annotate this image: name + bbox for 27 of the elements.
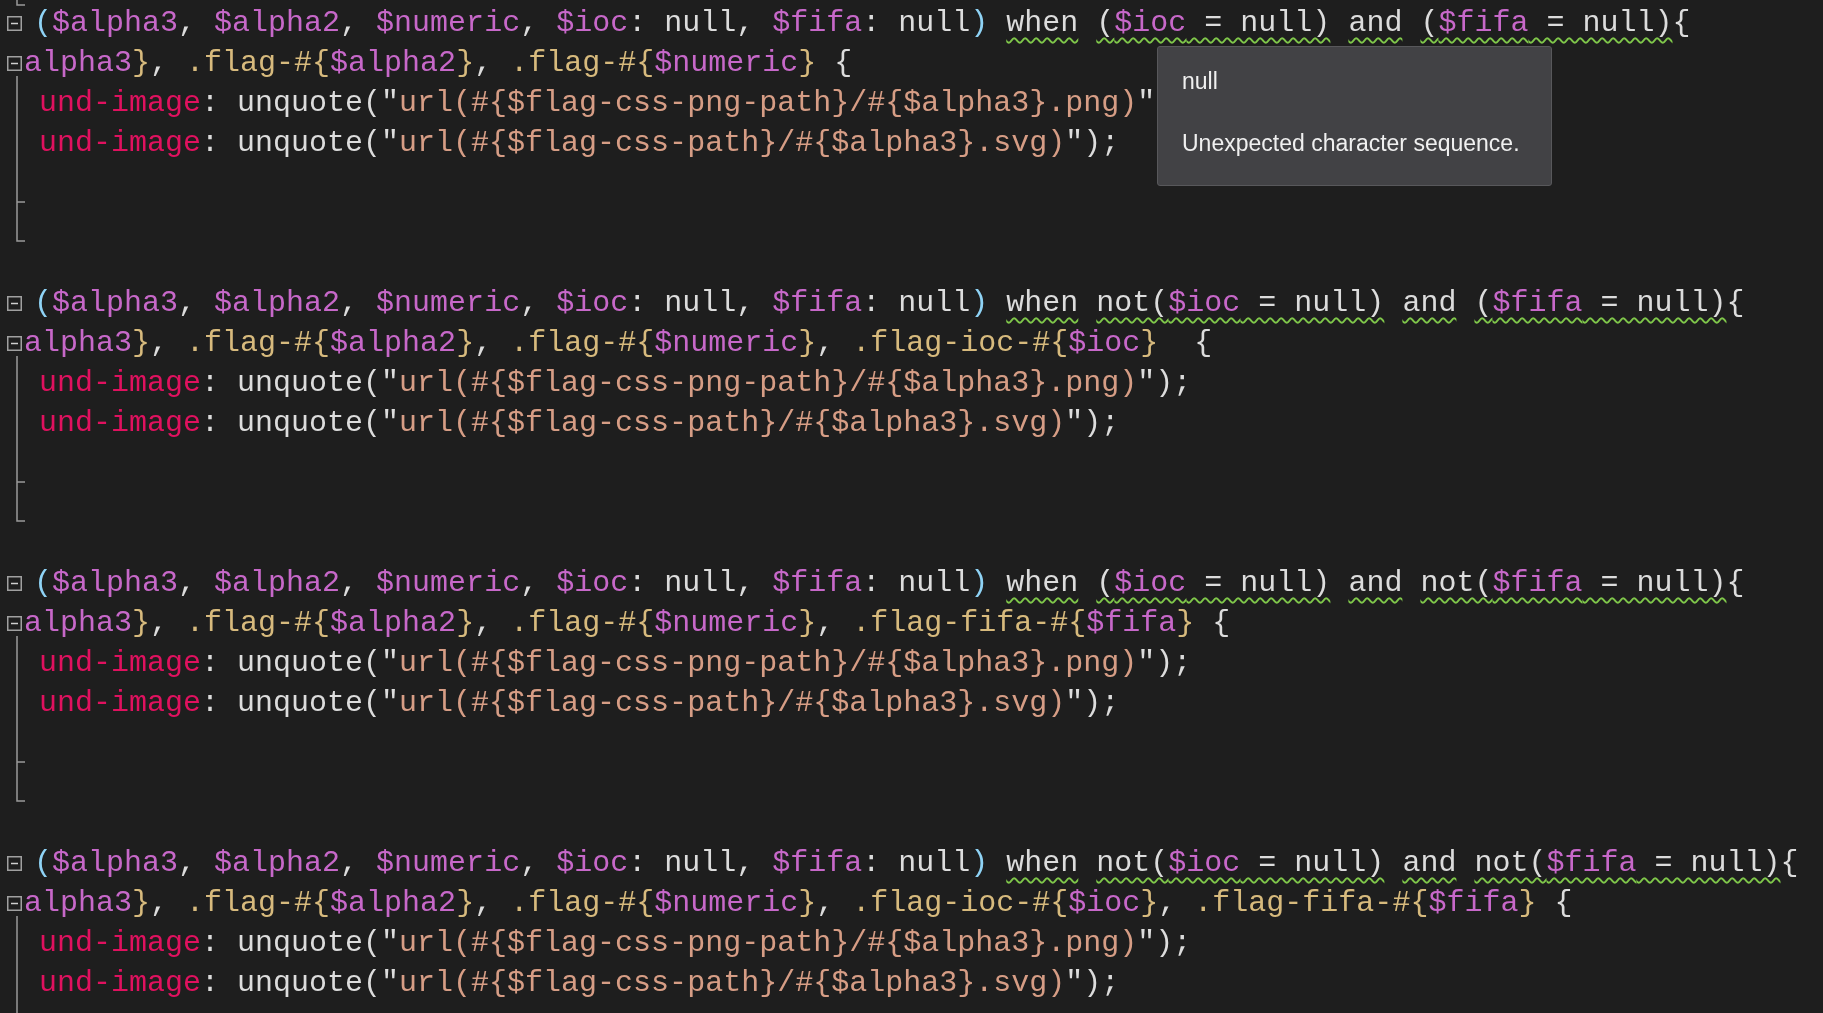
code-line: und-image: unquote("url(#{$flag-css-path}/#{$alpha3}.svg)"); — [39, 405, 1120, 442]
code-line: und-image: unquote("url(#{$flag-css-path}/#{$alpha3}.svg)"); — [39, 125, 1120, 162]
collapse-icon[interactable] — [7, 575, 22, 591]
collapse-icon[interactable] — [7, 615, 22, 631]
code-line: alpha3}, .flag-#{$alpha2}, .flag-#{$numeric}, .flag-ioc-#{$ioc}, .flag-fifa-#{$fifa} { — [24, 885, 1573, 922]
code-line: ($alpha3, $alpha2, $numeric, $ioc: null, $fifa: null) when not($ioc = null) and ($fifa = null){ — [34, 285, 1745, 322]
code-line: und-image: unquote("url(#{$flag-css-png-path}/#{$alpha3}.png)" — [39, 85, 1156, 122]
collapse-icon[interactable] — [7, 855, 22, 871]
collapse-icon[interactable] — [7, 895, 22, 911]
tooltip-message: Unexpected character sequence. — [1182, 129, 1520, 157]
code-line: und-image: unquote("url(#{$flag-css-path}/#{$alpha3}.svg)"); — [39, 685, 1120, 722]
tooltip-title: null — [1182, 67, 1218, 95]
code-line: ($alpha3, $alpha2, $numeric, $ioc: null, $fifa: null) when ($ioc = null) and ($fifa = null){ — [34, 5, 1691, 42]
collapse-icon[interactable] — [7, 295, 22, 311]
code-line: und-image: unquote("url(#{$flag-css-png-path}/#{$alpha3}.png)"); — [39, 365, 1192, 402]
code-line: und-image: unquote("url(#{$flag-css-png-path}/#{$alpha3}.png)"); — [39, 925, 1192, 962]
code-line: alpha3}, .flag-#{$alpha2}, .flag-#{$numeric} { — [24, 45, 853, 82]
code-line: und-image: unquote("url(#{$flag-css-png-path}/#{$alpha3}.png)"); — [39, 645, 1192, 682]
code-line: alpha3}, .flag-#{$alpha2}, .flag-#{$numeric}, .flag-ioc-#{$ioc} { — [24, 325, 1213, 362]
code-line: ($alpha3, $alpha2, $numeric, $ioc: null, $fifa: null) when ($ioc = null) and not($fifa = null){ — [34, 565, 1745, 602]
collapse-icon[interactable] — [7, 335, 22, 351]
code-line: ($alpha3, $alpha2, $numeric, $ioc: null, $fifa: null) when not($ioc = null) and not($fifa = null){ — [34, 845, 1799, 882]
code-line: alpha3}, .flag-#{$alpha2}, .flag-#{$numeric}, .flag-fifa-#{$fifa} { — [24, 605, 1231, 642]
fold-guide — [16, 0, 25, 6]
collapse-icon[interactable] — [7, 55, 22, 71]
collapse-icon[interactable] — [7, 15, 22, 31]
code-line: und-image: unquote("url(#{$flag-css-path}/#{$alpha3}.svg)"); — [39, 965, 1120, 1002]
